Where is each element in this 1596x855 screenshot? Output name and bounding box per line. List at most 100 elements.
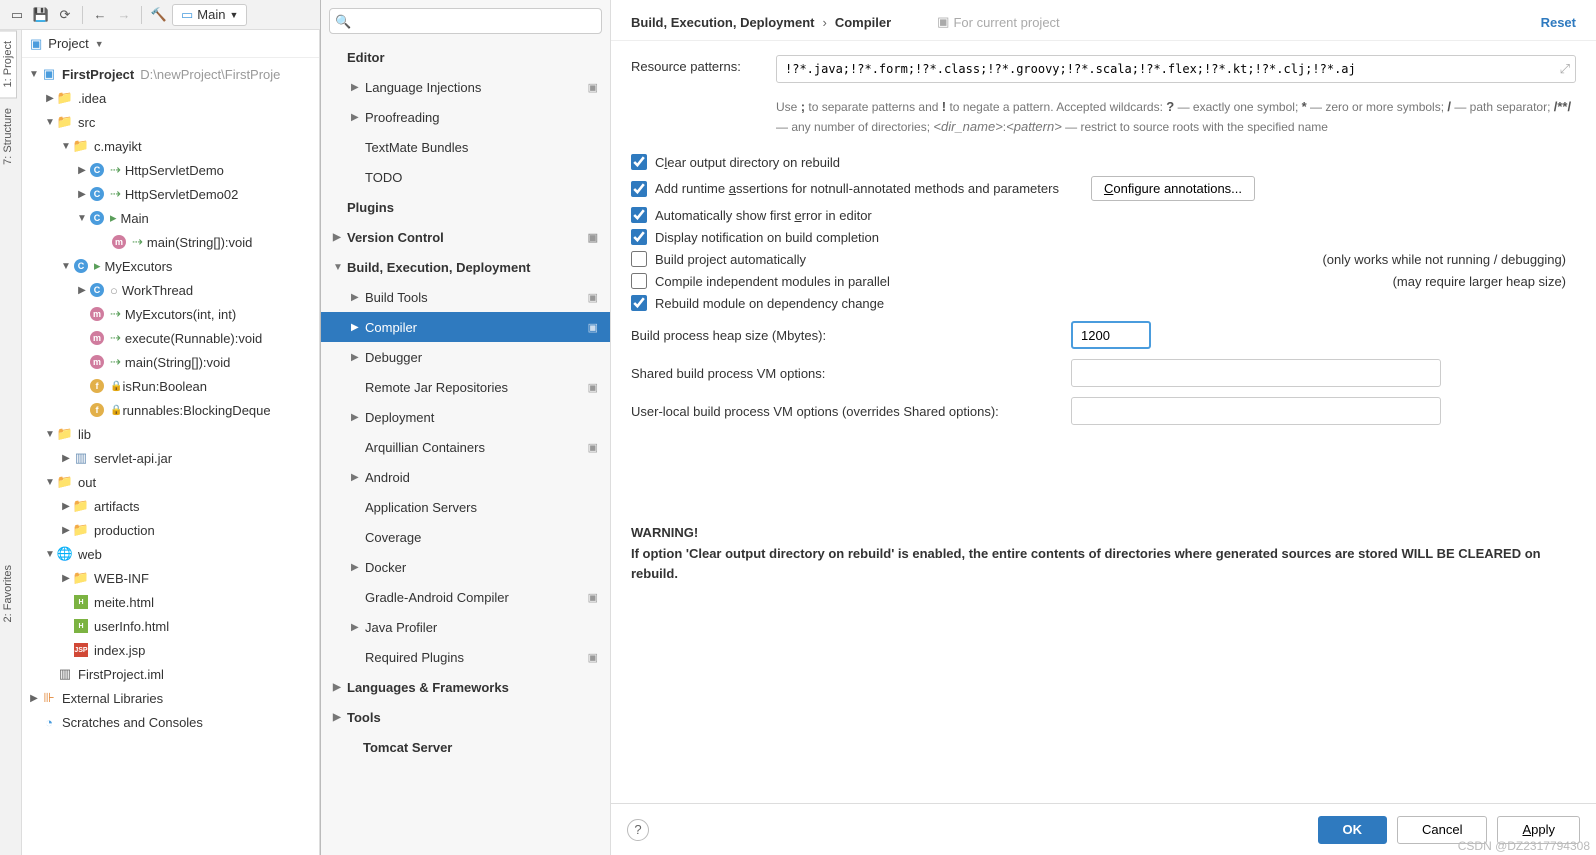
tree-external-libs[interactable]: ▶⊪External Libraries [22, 686, 319, 710]
expand-icon[interactable]: ⤢ [1560, 61, 1570, 77]
tree-package[interactable]: ▼📁c.mayikt [22, 134, 319, 158]
nav-android[interactable]: ▶Android [321, 462, 610, 492]
nav-textmate[interactable]: TextMate Bundles [321, 132, 610, 162]
compile-parallel-label: Compile independent modules in parallel [655, 274, 890, 289]
project-header: ▣ Project ▼ [22, 30, 319, 58]
chevron-down-icon[interactable]: ▼ [95, 39, 104, 49]
tree-jar[interactable]: ▶▥servlet-api.jar [22, 446, 319, 470]
nav-arquillian[interactable]: Arquillian Containers▣ [321, 432, 610, 462]
tree-file-jsp[interactable]: ▶JSPindex.jsp [22, 638, 319, 662]
nav-debugger[interactable]: ▶Debugger [321, 342, 610, 372]
build-auto-checkbox[interactable] [631, 251, 647, 267]
nav-build-tools[interactable]: ▶Build Tools▣ [321, 282, 610, 312]
nav-required-plugins[interactable]: Required Plugins▣ [321, 642, 610, 672]
help-button[interactable]: ? [627, 819, 649, 841]
open-icon[interactable]: ▭ [6, 4, 28, 26]
nav-java-profiler[interactable]: ▶Java Profiler [321, 612, 610, 642]
nav-language-injections[interactable]: ▶Language Injections▣ [321, 72, 610, 102]
side-tab-structure[interactable]: 7: Structure [0, 98, 16, 175]
tree-field[interactable]: ▶f🔒runnables:BlockingDeque [22, 398, 319, 422]
crumb-parent[interactable]: Build, Execution, Deployment [631, 15, 814, 30]
tree-method[interactable]: ▶m⇢main(String[]):void [22, 230, 319, 254]
side-tab-favorites[interactable]: 2: Favorites [0, 555, 16, 632]
tree-field[interactable]: ▶f🔒isRun:Boolean [22, 374, 319, 398]
run-config-combo[interactable]: ▭ Main ▼ [172, 4, 247, 26]
nav-remote-jar[interactable]: Remote Jar Repositories▣ [321, 372, 610, 402]
warning-title: WARNING! [631, 525, 1576, 540]
nav-todo[interactable]: TODO [321, 162, 610, 192]
heap-size-input[interactable] [1071, 321, 1151, 349]
forward-icon[interactable]: → [113, 4, 135, 26]
nav-docker[interactable]: ▶Docker [321, 552, 610, 582]
run-config-icon: ▭ [181, 7, 193, 23]
runtime-assertions-checkbox[interactable] [631, 181, 647, 197]
compile-parallel-checkbox[interactable] [631, 273, 647, 289]
tree-file-iml[interactable]: ▶▥FirstProject.iml [22, 662, 319, 686]
nav-build-exec-deploy[interactable]: ▼Build, Execution, Deployment [321, 252, 610, 282]
shared-vm-input[interactable] [1071, 359, 1441, 387]
shared-vm-label: Shared build process VM options: [631, 366, 1071, 381]
build-icon[interactable]: 🔨 [148, 4, 170, 26]
tree-class[interactable]: ▶C⇢HttpServletDemo02 [22, 182, 319, 206]
tree-file-html[interactable]: ▶Hmeite.html [22, 590, 319, 614]
tree-class[interactable]: ▶C⇢HttpServletDemo [22, 158, 319, 182]
configure-annotations-button[interactable]: Configure annotations... [1091, 176, 1255, 201]
nav-tomcat[interactable]: Tomcat Server [321, 732, 610, 762]
ok-button[interactable]: OK [1318, 816, 1388, 844]
run-config-label: Main [197, 7, 225, 22]
reset-link[interactable]: Reset [1541, 15, 1576, 30]
side-tab-project[interactable]: 1: Project [0, 30, 17, 98]
tree-folder[interactable]: ▶📁production [22, 518, 319, 542]
settings-dialog: 🔍 Editor ▶Language Injections▣ ▶Proofrea… [320, 0, 1596, 855]
display-notification-checkbox[interactable] [631, 229, 647, 245]
tree-file-html[interactable]: ▶HuserInfo.html [22, 614, 319, 638]
resource-patterns-label: Resource patterns: [631, 55, 776, 74]
nav-plugins[interactable]: Plugins [321, 192, 610, 222]
nav-editor[interactable]: Editor [321, 42, 610, 72]
tree-folder-src[interactable]: ▼📁src [22, 110, 319, 134]
nav-compiler[interactable]: ▶Compiler▣ [321, 312, 610, 342]
sync-icon[interactable]: ⟳ [54, 4, 76, 26]
warning-message: If option 'Clear output directory on reb… [631, 544, 1576, 583]
compile-parallel-note: (may require larger heap size) [1393, 274, 1576, 289]
tree-class[interactable]: ▼C▸Main [22, 206, 319, 230]
nav-lang-frameworks[interactable]: ▶Languages & Frameworks [321, 672, 610, 702]
project-tree: ▼▣FirstProjectD:\newProject\FirstProje ▶… [22, 58, 319, 738]
auto-show-error-checkbox[interactable] [631, 207, 647, 223]
tree-method[interactable]: ▶m⇢execute(Runnable):void [22, 326, 319, 350]
save-icon[interactable]: 💾 [30, 4, 52, 26]
compiler-form: Resource patterns: ⤢ Use ; to separate p… [611, 41, 1596, 803]
clear-output-checkbox[interactable] [631, 154, 647, 170]
back-icon[interactable]: ← [89, 4, 111, 26]
rebuild-dep-checkbox[interactable] [631, 295, 647, 311]
build-auto-label: Build project automatically [655, 252, 806, 267]
tree-folder-lib[interactable]: ▼📁lib [22, 422, 319, 446]
separator [141, 6, 142, 24]
nav-proofreading[interactable]: ▶Proofreading [321, 102, 610, 132]
nav-version-control[interactable]: ▶Version Control▣ [321, 222, 610, 252]
nav-deployment[interactable]: ▶Deployment [321, 402, 610, 432]
tree-scratches[interactable]: ▶◔Scratches and Consoles [22, 710, 319, 734]
tree-project-root[interactable]: ▼▣FirstProjectD:\newProject\FirstProje [22, 62, 319, 86]
watermark: CSDN @DZ2317794308 [1458, 839, 1590, 853]
tree-folder[interactable]: ▶📁artifacts [22, 494, 319, 518]
tree-class[interactable]: ▼C▸MyExcutors [22, 254, 319, 278]
tree-folder[interactable]: ▶📁WEB-INF [22, 566, 319, 590]
tree-folder-idea[interactable]: ▶📁.idea [22, 86, 319, 110]
tree-folder-out[interactable]: ▼📁out [22, 470, 319, 494]
settings-search-input[interactable] [329, 8, 602, 34]
nav-coverage[interactable]: Coverage [321, 522, 610, 552]
project-tool-window: ▣ Project ▼ ▼▣FirstProjectD:\newProject\… [22, 30, 320, 855]
nav-app-servers[interactable]: Application Servers [321, 492, 610, 522]
nav-tools[interactable]: ▶Tools [321, 702, 610, 732]
tree-class[interactable]: ▶C○WorkThread [22, 278, 319, 302]
tree-method[interactable]: ▶m⇢main(String[]):void [22, 350, 319, 374]
user-vm-input[interactable] [1071, 397, 1441, 425]
nav-gradle-android[interactable]: Gradle-Android Compiler▣ [321, 582, 610, 612]
separator [82, 6, 83, 24]
tree-method[interactable]: ▶m⇢MyExcutors(int, int) [22, 302, 319, 326]
tree-folder-web[interactable]: ▼🌐web [22, 542, 319, 566]
heap-size-label: Build process heap size (Mbytes): [631, 328, 1071, 343]
project-scope-hint: ▣For current project [937, 14, 1060, 30]
resource-patterns-input[interactable] [776, 55, 1576, 83]
